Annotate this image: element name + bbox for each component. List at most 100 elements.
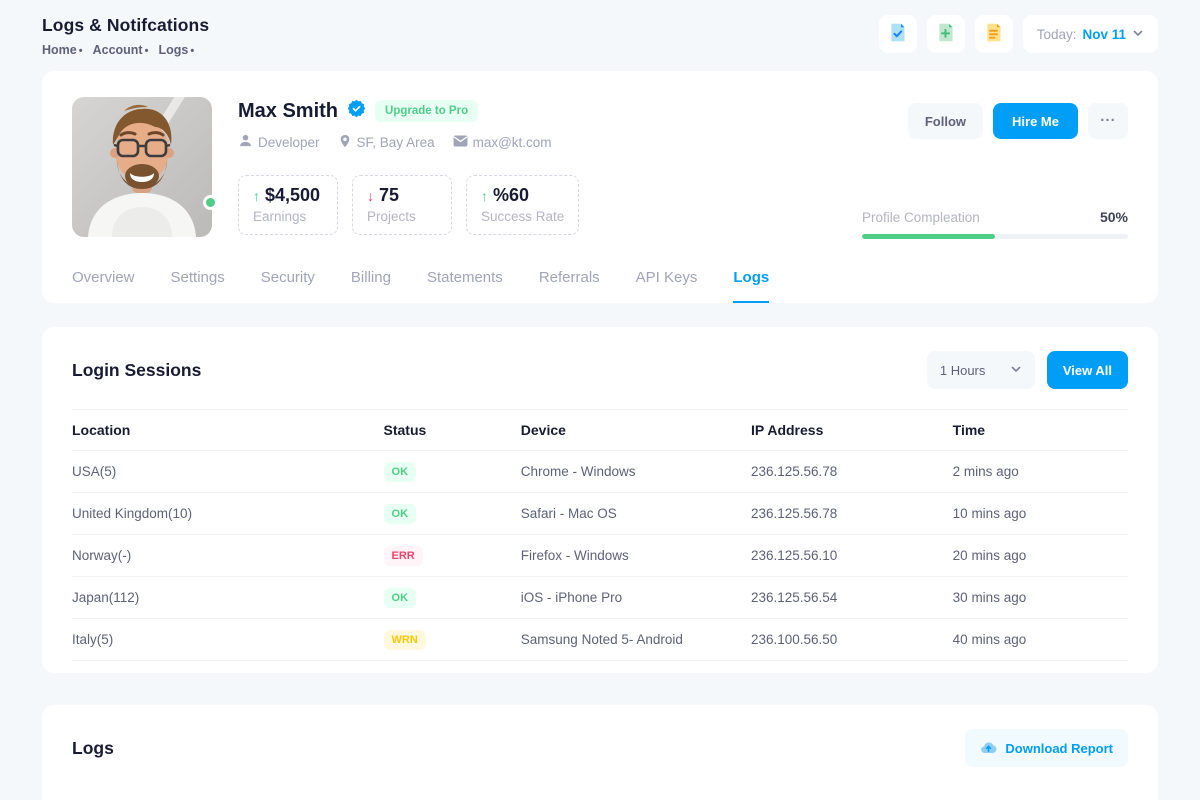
column-ip: IP Address: [751, 422, 953, 438]
session-status: OK: [384, 504, 521, 524]
page-heading: Logs & Notifcations Home Account Logs: [42, 15, 209, 57]
session-status: OK: [384, 588, 521, 608]
session-ip: 236.125.56.54: [751, 590, 953, 605]
session-ip: 236.100.56.50: [751, 632, 953, 647]
session-time: 10 mins ago: [953, 506, 1128, 521]
status-badge: OK: [384, 588, 417, 608]
session-location: Norway(-): [72, 548, 384, 563]
session-row[interactable]: Japan(112) OK iOS - iPhone Pro 236.125.5…: [72, 577, 1128, 619]
more-options-button[interactable]: ...: [1088, 103, 1128, 139]
session-location: Italy(5): [72, 632, 384, 647]
session-ip: 236.125.56.78: [751, 506, 953, 521]
time-filter-select[interactable]: 1 Hours: [927, 351, 1035, 389]
profile-tabs: Overview Settings Security Billing State…: [72, 269, 1128, 303]
role-meta: Developer: [238, 133, 320, 151]
download-report-button[interactable]: Download Report: [965, 729, 1128, 767]
stat-value: $4,500: [265, 185, 320, 206]
tab[interactable]: Billing: [351, 269, 391, 303]
session-location: United Kingdom(10): [72, 506, 384, 521]
profile-actions-panel: Follow Hire Me ... Profile Compleation 5…: [862, 97, 1128, 239]
status-badge: OK: [384, 504, 417, 524]
tab[interactable]: Security: [261, 269, 315, 303]
breadcrumb: Home Account Logs: [42, 43, 209, 57]
breadcrumb-item[interactable]: Home: [42, 43, 83, 57]
column-status: Status: [384, 422, 521, 438]
progress-value: 50%: [1100, 209, 1128, 225]
session-device: Samsung Noted 5- Android: [521, 632, 751, 647]
progress-bar: [862, 234, 1128, 239]
file-lines-button[interactable]: [975, 15, 1013, 53]
email-meta: max@kt.com: [453, 133, 552, 151]
status-badge: ERR: [384, 546, 423, 566]
progress-bar-fill: [862, 234, 995, 239]
session-location: Japan(112): [72, 590, 384, 605]
date-label: Today:: [1037, 27, 1077, 42]
session-status: OK: [384, 462, 521, 482]
avatar: [72, 97, 212, 237]
status-badge: OK: [384, 462, 417, 482]
profile-stats: $4,500 Earnings 75 Projects: [238, 175, 862, 235]
session-row[interactable]: Norway(-) ERR Firefox - Windows 236.125.…: [72, 535, 1128, 577]
upgrade-to-pro-badge[interactable]: Upgrade to Pro: [375, 100, 478, 122]
stat-box: 75 Projects: [352, 175, 452, 235]
tab[interactable]: Referrals: [539, 269, 600, 303]
session-status: ERR: [384, 546, 521, 566]
session-device: iOS - iPhone Pro: [521, 590, 751, 605]
date-picker-button[interactable]: Today: Nov 11: [1023, 15, 1158, 53]
tab[interactable]: API Keys: [636, 269, 698, 303]
column-location: Location: [72, 422, 384, 438]
stat-label: Projects: [367, 209, 437, 224]
view-all-button[interactable]: View All: [1047, 351, 1128, 389]
session-location: USA(5): [72, 464, 384, 479]
profile-details: Max Smith Upgrade to Pro Developer: [238, 97, 862, 239]
stat-box: %60 Success Rate: [466, 175, 579, 235]
logs-card: Logs Download Report 500 ERR POST /v1/in…: [42, 705, 1158, 800]
sessions-table: Location Status Device IP Address Time U…: [72, 409, 1128, 661]
cloud-download-icon: [980, 740, 997, 757]
column-device: Device: [521, 422, 751, 438]
sessions-title: Login Sessions: [72, 360, 201, 381]
progress-label: Profile Compleation: [862, 210, 980, 225]
session-device: Firefox - Windows: [521, 548, 751, 563]
session-time: 30 mins ago: [953, 590, 1128, 605]
tab[interactable]: Overview: [72, 269, 135, 303]
stat-box: $4,500 Earnings: [238, 175, 338, 235]
file-check-icon: [887, 22, 908, 46]
session-device: Safari - Mac OS: [521, 506, 751, 521]
trend-icon: [253, 188, 260, 204]
tab[interactable]: Logs: [733, 269, 769, 303]
file-plus-icon: [935, 22, 956, 46]
verified-badge-icon: [347, 99, 366, 123]
tab[interactable]: Statements: [427, 269, 503, 303]
breadcrumb-item[interactable]: Logs: [158, 43, 194, 57]
profile-card: Max Smith Upgrade to Pro Developer: [42, 71, 1158, 303]
breadcrumb-item[interactable]: Account: [93, 43, 149, 57]
follow-button[interactable]: Follow: [908, 103, 983, 139]
profile-name[interactable]: Max Smith: [238, 100, 338, 123]
column-time: Time: [953, 422, 1128, 438]
logs-title: Logs: [72, 738, 114, 759]
session-status: WRN: [384, 630, 521, 650]
session-ip: 236.125.56.78: [751, 464, 953, 479]
file-plus-button[interactable]: [927, 15, 965, 53]
session-time: 2 mins ago: [953, 464, 1128, 479]
hire-me-button[interactable]: Hire Me: [993, 103, 1078, 139]
topbar-actions: Today: Nov 11: [879, 15, 1158, 53]
location-pin-icon: [338, 134, 352, 151]
location-meta: SF, Bay Area: [338, 133, 435, 151]
session-row[interactable]: Italy(5) WRN Samsung Noted 5- Android 23…: [72, 619, 1128, 661]
tab[interactable]: Settings: [171, 269, 225, 303]
session-time: 40 mins ago: [953, 632, 1128, 647]
login-sessions-card: Login Sessions 1 Hours View All Location…: [42, 327, 1158, 673]
file-check-button[interactable]: [879, 15, 917, 53]
envelope-icon: [453, 135, 468, 150]
stat-value: 75: [379, 185, 399, 206]
trend-icon: [367, 188, 374, 204]
profile-meta: Developer SF, Bay Area max@kt.com: [238, 133, 862, 151]
profile-completion: Profile Compleation 50%: [862, 209, 1128, 239]
session-row[interactable]: USA(5) OK Chrome - Windows 236.125.56.78…: [72, 451, 1128, 493]
session-row[interactable]: United Kingdom(10) OK Safari - Mac OS 23…: [72, 493, 1128, 535]
online-status-dot: [203, 195, 218, 210]
stat-label: Earnings: [253, 209, 323, 224]
session-device: Chrome - Windows: [521, 464, 751, 479]
